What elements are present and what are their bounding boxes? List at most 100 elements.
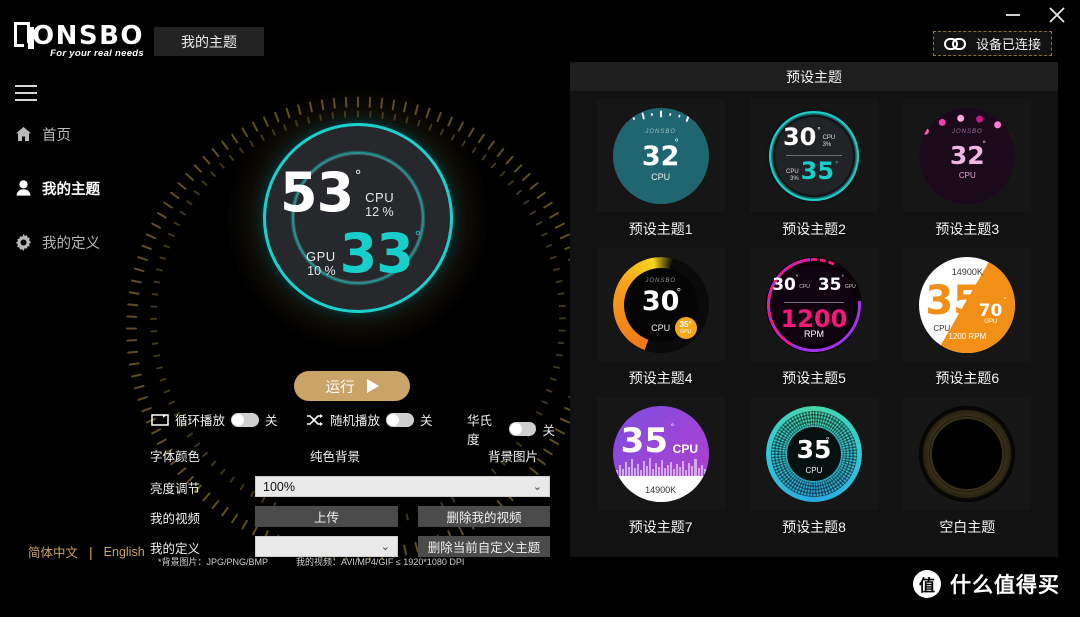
theme-preview-gauge[interactable]: 53 ° CPU 12 % GPU 10 % 33 ° <box>126 88 590 561</box>
dial-gpu-label: CPU <box>785 168 799 175</box>
delete-video-button[interactable]: 删除我的视频 <box>418 506 550 527</box>
my-custom-select[interactable]: ⌄ <box>255 536 398 557</box>
toggle-random-label: 随机播放 <box>330 414 381 428</box>
gpu-degree-symbol: ° <box>414 228 421 245</box>
row-my-custom: 我的定义 ⌄ 删除当前自定义主题 <box>150 536 550 557</box>
dial-gpu-value: 35 <box>817 274 842 295</box>
toggle-random-switch[interactable] <box>386 412 415 427</box>
sidebar-item-my-definition[interactable]: 我的定义 <box>14 228 154 256</box>
language-zh[interactable]: 简体中文 <box>28 542 78 561</box>
preset-theme-8[interactable]: 35 ° CPU 预设主题8 <box>737 397 890 546</box>
my-video-label: 我的视频 <box>150 512 201 526</box>
dial-degree-symbol: ° <box>835 159 839 169</box>
hamburger-icon[interactable] <box>15 85 37 101</box>
dial-cpu-label: CPU <box>822 134 836 141</box>
watermark: 值 什么值得买 <box>913 569 1060 599</box>
gpu-label: GPU <box>306 249 336 264</box>
minimize-button[interactable] <box>1000 2 1026 28</box>
preset-thumb: 14900K 35 ° CPU ° 70 GPU 1200 RPM <box>903 248 1032 361</box>
sidebar-item-my-theme[interactable]: 我的主题 <box>14 174 154 202</box>
preset-caption: 预设主题4 <box>628 370 693 386</box>
dial-temp-value: 30 <box>641 286 680 317</box>
dial-theme-2: 30 ° CPU 3% CPU 3% 35 ° <box>765 107 862 204</box>
dial-cpu-label: CPU <box>651 171 671 182</box>
label-solid-background[interactable]: 纯色背景 <box>310 446 360 465</box>
toggle-fahrenheit-switch[interactable] <box>509 422 537 436</box>
sidebar-nav: 首页 我的主题 我的定义 <box>14 120 154 282</box>
language-switcher: 简体中文 | English <box>28 542 145 561</box>
preset-theme-blank[interactable]: 空白主题 <box>891 397 1044 546</box>
preset-caption: 预设主题2 <box>782 221 846 237</box>
dial-brand-label: JONSBO <box>645 128 676 135</box>
sidebar-item-home[interactable]: 首页 <box>14 120 154 148</box>
dial-cpu-label: CPU <box>799 283 810 290</box>
toggle-loop-play[interactable]: 循环播放 关 <box>150 410 278 429</box>
dial-degree-symbol: ° <box>982 138 986 149</box>
device-status-label: 设备已连接 <box>975 37 1041 52</box>
preset-thumb: 35 ° CPU 14900K <box>596 397 725 510</box>
preset-themes-panel: 预设主题 JONSBO 32 ° CPU 预设主题1 30 ° CPU 3% C… <box>570 62 1058 557</box>
dial-gpu-degree-symbol: ° <box>1003 296 1007 304</box>
preset-theme-2[interactable]: 30 ° CPU 3% CPU 3% 35 ° 预设主题2 <box>737 99 890 248</box>
device-status-badge[interactable]: 设备已连接 <box>932 31 1052 56</box>
brightness-value: 100% <box>263 479 295 494</box>
dial-theme-5: 30 ° CPU 35 ° GPU 1200 RPM <box>765 256 862 353</box>
run-button[interactable]: 运行 <box>294 371 410 401</box>
label-font-color[interactable]: 字体颜色 <box>150 446 200 465</box>
dial-gpu-value: 35 <box>800 156 835 185</box>
format-notes: *背景图片：JPG/PNG/BMP 我的视频：AVI/MP4/GIF ≤ 192… <box>158 555 464 568</box>
dial-theme-6: 14900K 35 ° CPU ° 70 GPU 1200 RPM <box>919 256 1016 353</box>
preset-thumb: JONSBO 32 ° CPU <box>596 99 725 212</box>
toggle-fahrenheit-label: 华氏度 <box>467 414 493 447</box>
dial-theme-4: JONSBO 30 ° CPU 35° GPU <box>612 256 709 353</box>
label-background-image[interactable]: 背景图片 <box>488 446 538 465</box>
appearance-option-labels: 字体颜色 纯色背景 背景图片 <box>150 446 550 464</box>
brand-name: ONSBO <box>31 21 144 51</box>
preset-theme-6[interactable]: 14900K 35 ° CPU ° 70 GPU 1200 RPM 预设主题6 <box>891 248 1044 397</box>
chevron-down-icon: ⌄ <box>532 481 542 493</box>
close-button[interactable] <box>1044 2 1070 28</box>
brightness-select[interactable]: 100% ⌄ <box>255 476 550 497</box>
dial-cpu-value: 30 <box>772 274 796 295</box>
preset-caption: 预设主题5 <box>782 370 846 386</box>
dial-brand-label: JONSBO <box>645 277 676 284</box>
toggle-loop-switch[interactable] <box>231 412 260 427</box>
toggle-fahrenheit[interactable]: 华氏度 关 <box>467 410 555 448</box>
preset-thumb: 30 ° CPU 3% CPU 3% 35 ° <box>749 99 878 212</box>
preset-thumb: JONSBO 30 ° CPU 35° GPU <box>596 248 725 361</box>
language-en[interactable]: English <box>104 545 145 559</box>
tab-my-theme[interactable]: 我的主题 <box>154 27 264 56</box>
gpu-load-value: 10 % <box>307 264 336 278</box>
preset-theme-5[interactable]: 30 ° CPU 35 ° GPU 1200 RPM 预设主题5 <box>737 248 890 397</box>
preset-theme-7[interactable]: 35 ° CPU 14900K 预设主题7 <box>584 397 737 546</box>
cpu-label: CPU <box>365 190 395 205</box>
dial-cpu-label: CPU <box>958 170 976 180</box>
dial-gpu-bubble: 35° GPU <box>674 316 697 339</box>
settings-form: 亮度调节 100% ⌄ 我的视频 上传 删除我的视频 我的定义 ⌄ 删除当前自定… <box>150 476 550 566</box>
cpu-temp-value: 53 <box>280 161 354 224</box>
sidebar-item-label: 首页 <box>42 127 71 144</box>
language-separator: | <box>89 543 93 560</box>
user-icon <box>14 179 32 197</box>
toggle-random-play[interactable]: 随机播放 关 <box>305 410 433 429</box>
watermark-badge: 值 <box>913 570 941 598</box>
preset-theme-4[interactable]: JONSBO 30 ° CPU 35° GPU 预设主题4 <box>584 248 737 397</box>
toggle-loop-state: 关 <box>265 414 278 428</box>
cpu-degree-symbol: ° <box>355 167 362 184</box>
dial-gpu-label: GPU <box>844 283 856 290</box>
cpu-load-value: 12 % <box>365 205 394 219</box>
upload-video-button[interactable]: 上传 <box>255 506 398 527</box>
preset-theme-1[interactable]: JONSBO 32 ° CPU 预设主题1 <box>584 99 737 248</box>
cpu-readout: 53 ° CPU 12 % <box>280 161 395 224</box>
dial-temp-value: 32 <box>949 141 985 170</box>
play-icon <box>366 379 379 393</box>
home-icon <box>14 125 32 143</box>
delete-current-custom-theme-button[interactable]: 删除当前自定义主题 <box>418 536 550 557</box>
toggle-random-state: 关 <box>420 414 433 428</box>
gear-icon <box>14 233 32 251</box>
dial-gpu-load: 3% <box>789 175 799 182</box>
gauge-readout: 53 ° CPU 12 % GPU 10 % 33 ° <box>228 88 488 348</box>
preset-theme-3[interactable]: JONSBO 32 ° CPU 预设主题3 <box>891 99 1044 248</box>
dial-theme-blank <box>919 405 1016 502</box>
dial-degree-symbol: ° <box>981 280 986 292</box>
